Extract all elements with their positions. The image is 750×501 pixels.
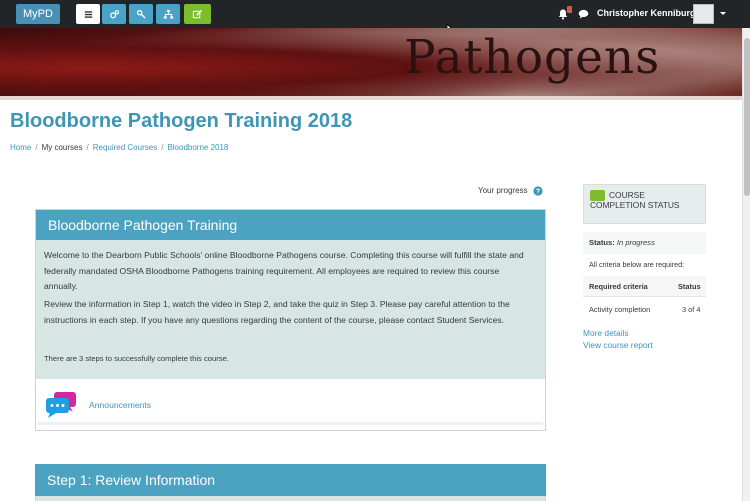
criteria-cell: Activity completion: [589, 305, 651, 314]
column-header-status: Status: [678, 282, 701, 291]
breadcrumb-home[interactable]: Home: [10, 143, 31, 152]
course-summary-header: Bloodborne Pathogen Training: [36, 210, 545, 240]
course-intro-paragraph: Welcome to the Dearborn Public Schools' …: [44, 250, 524, 291]
tools-button[interactable]: [129, 4, 153, 24]
course-instructions-paragraph: Review the information in Step 1, watch …: [44, 299, 510, 325]
announcements-icon[interactable]: [45, 391, 78, 419]
course-completion-block: COURSE COMPLETION STATUS Status: In prog…: [583, 184, 706, 356]
banner-title: Pathogens: [404, 30, 661, 85]
completion-header: COURSE COMPLETION STATUS: [583, 184, 706, 224]
status-label: Status:: [589, 238, 615, 247]
course-summary-title: Bloodborne Pathogen Training: [48, 217, 238, 233]
your-progress-label: Your progress: [478, 186, 528, 195]
criteria-note: All criteria below are required:: [589, 260, 685, 269]
chevron-down-icon[interactable]: [720, 12, 726, 15]
top-navbar: MyPD Christopher Kenniburg: [0, 0, 750, 28]
step1-title: Step 1: Review Information: [47, 472, 216, 488]
site-structure-button[interactable]: [156, 4, 180, 24]
breadcrumb-bloodborne-2018[interactable]: Bloodborne 2018: [167, 143, 228, 152]
step1-header: Step 1: Review Information: [35, 464, 546, 496]
table-row: Activity completion 3 of 4: [583, 296, 706, 320]
breadcrumb: Home / My courses / Required Courses / Bloodbo…: [10, 143, 228, 152]
help-icon[interactable]: ?: [533, 186, 543, 196]
user-name[interactable]: Christopher Kenniburg: [597, 8, 696, 18]
course-steps-note: There are 3 steps to successfully comple…: [44, 354, 229, 363]
breadcrumb-required-courses[interactable]: Required Courses: [93, 143, 157, 152]
breadcrumb-separator: /: [35, 143, 38, 152]
page-scrollbar[interactable]: [742, 28, 750, 501]
scrollbar-thumb[interactable]: [744, 38, 750, 196]
sitemap-icon: [163, 9, 173, 19]
breadcrumb-my-courses[interactable]: My courses: [42, 143, 83, 152]
wrench-icon: [136, 9, 146, 19]
criteria-status-cell: 3 of 4: [682, 305, 701, 314]
svg-text:?: ?: [536, 189, 540, 196]
course-summary-body: Welcome to the Dearborn Public Schools' …: [36, 240, 545, 379]
view-course-report-link[interactable]: View course report: [583, 340, 653, 350]
banner-divider: [0, 96, 742, 100]
status-value: In progress: [616, 238, 655, 247]
cogs-icon: [109, 9, 119, 18]
more-details-link[interactable]: More details: [583, 328, 629, 338]
menu-button[interactable]: [76, 4, 100, 24]
chat-icon[interactable]: [578, 9, 589, 19]
hamburger-icon: [84, 10, 92, 18]
course-banner: Pathogens: [0, 28, 742, 100]
admin-settings-button[interactable]: [102, 4, 126, 24]
course-summary-section: Bloodborne Pathogen Training Welcome to …: [35, 209, 546, 431]
announcements-divider: [38, 422, 543, 425]
table-header-row: Required criteria Status: [583, 276, 706, 296]
edit-icon: [192, 9, 203, 18]
completion-title: COURSE COMPLETION STATUS: [590, 190, 680, 210]
announcements-link[interactable]: Announcements: [89, 400, 151, 410]
avatar[interactable]: [693, 4, 714, 24]
notification-badge: [567, 6, 572, 13]
breadcrumb-separator: /: [161, 143, 164, 152]
edit-mode-button[interactable]: [184, 4, 211, 24]
completion-status: Status: In progress: [583, 232, 706, 254]
step1-body: [35, 496, 546, 501]
page-title: Bloodborne Pathogen Training 2018: [10, 110, 353, 132]
breadcrumb-separator: /: [86, 143, 89, 152]
mypd-brand-button[interactable]: MyPD: [16, 4, 60, 24]
column-header-criteria: Required criteria: [589, 282, 648, 291]
